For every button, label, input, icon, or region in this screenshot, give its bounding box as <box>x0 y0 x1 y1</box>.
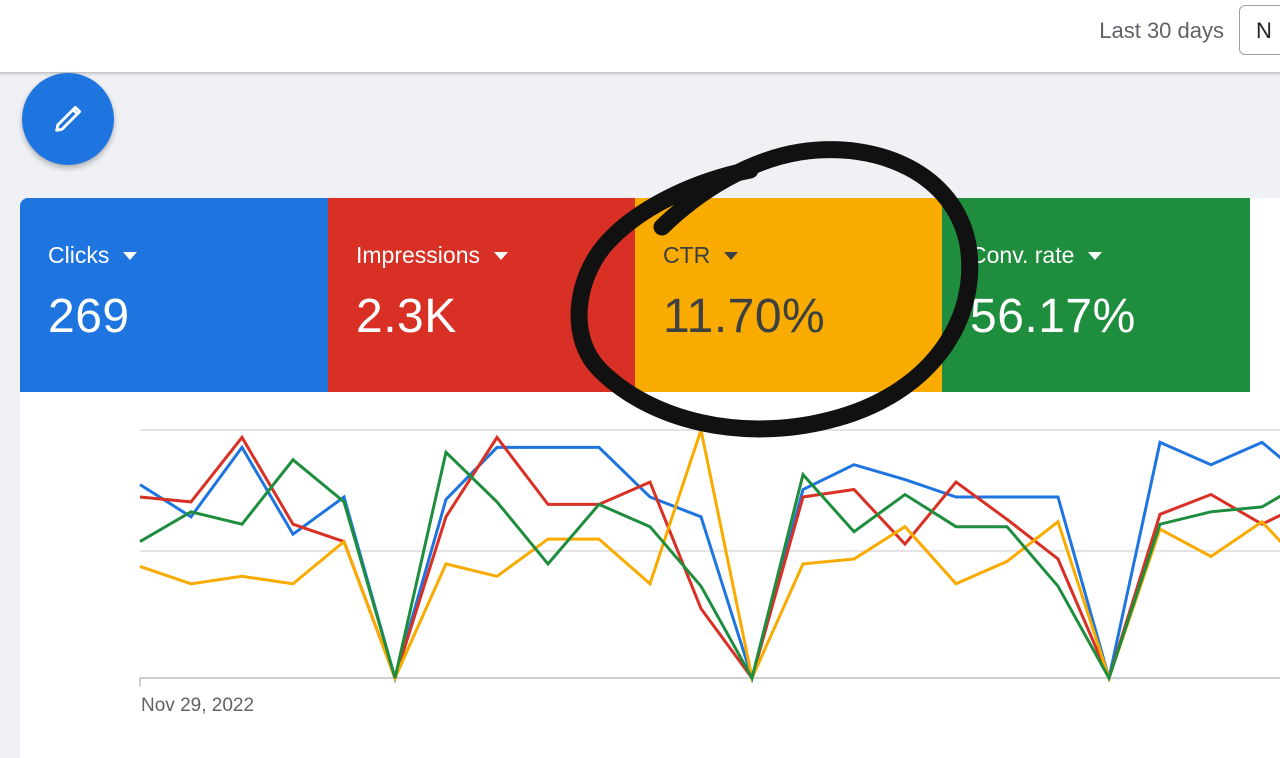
series-line-3 <box>139 449 1280 683</box>
date-range-button[interactable]: N <box>1239 5 1280 55</box>
line-chart: Nov 29, 2022 <box>139 424 1280 716</box>
pencil-icon <box>55 105 82 132</box>
series-line-2 <box>139 424 1280 683</box>
date-range-label: Last 30 days <box>1099 18 1224 43</box>
top-bar: Last 30 days N <box>0 0 1280 73</box>
performance-card: Clicks 269 Impressions 2.3K CTR 11.70% C… <box>20 198 1280 758</box>
x-axis-start-label: Nov 29, 2022 <box>141 695 254 716</box>
chart-series <box>139 424 1280 686</box>
edit-fab-button[interactable] <box>22 73 114 165</box>
